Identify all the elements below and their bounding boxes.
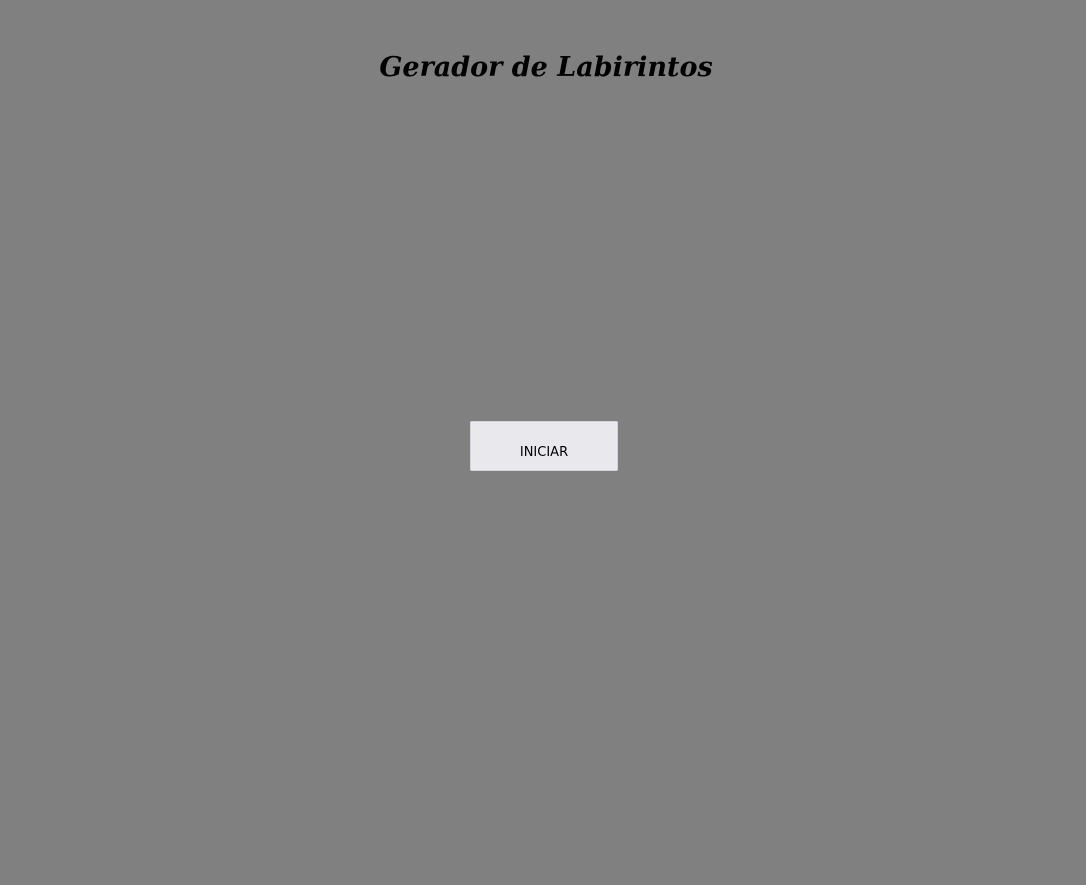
start-button-label: INICIAR (519, 445, 569, 460)
app-root: Gerador de Labirintos INICIAR (0, 0, 1086, 885)
page-title: Gerador de Labirintos (379, 52, 713, 83)
start-button[interactable]: INICIAR (470, 421, 618, 471)
